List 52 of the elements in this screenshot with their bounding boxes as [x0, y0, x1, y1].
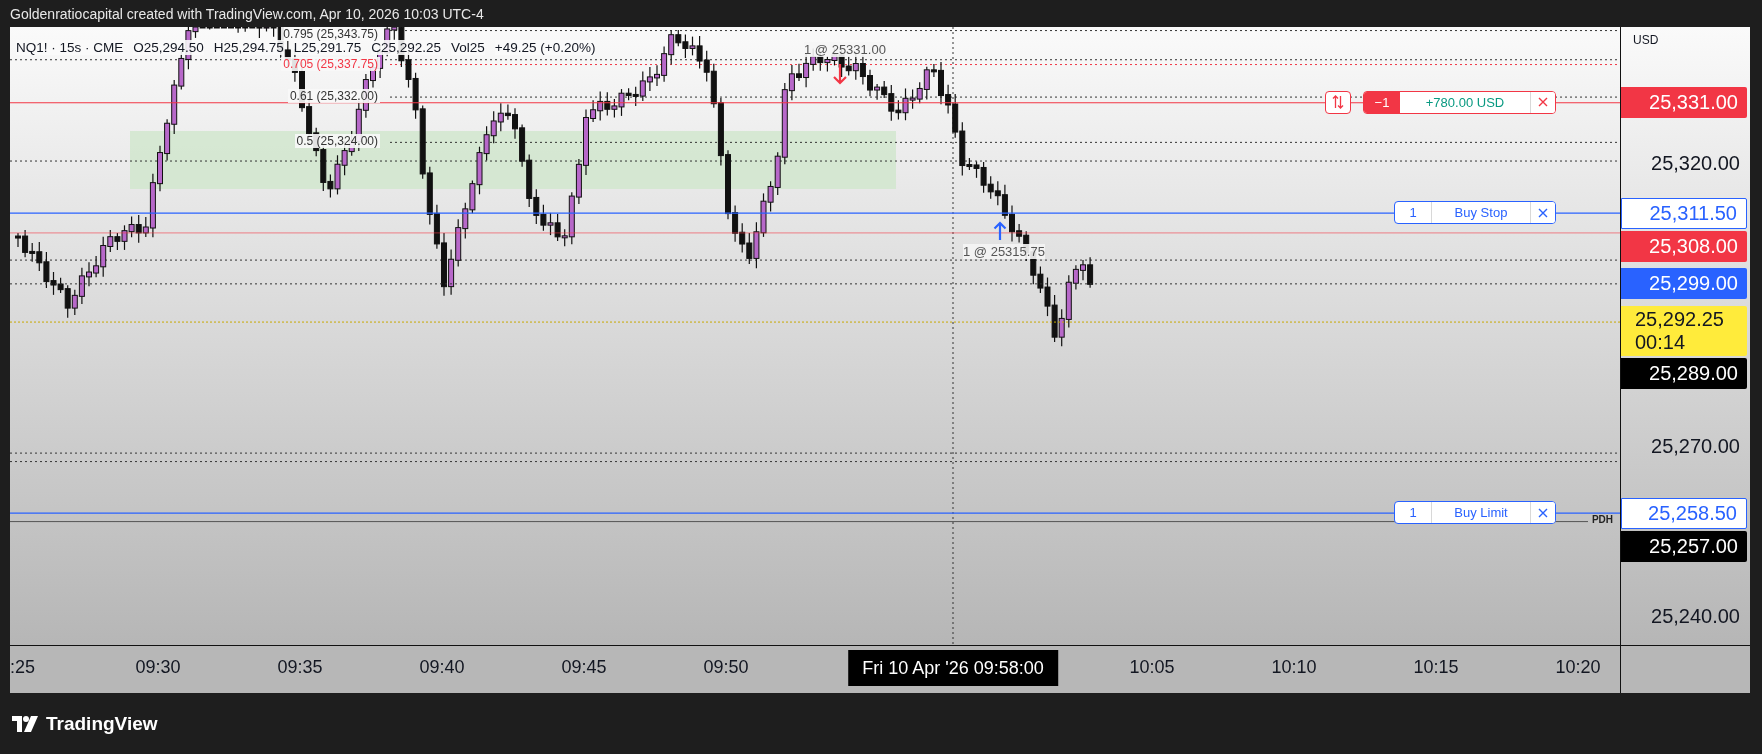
quantity-label: 1: [1395, 202, 1432, 224]
fib-level-label: 0.5 (25,324.00): [294, 134, 380, 149]
currency-label: USD: [1633, 33, 1659, 47]
time-tick: 10:10: [1271, 657, 1317, 678]
crosshair-time-label: Fri 10 Apr '26 09:58:00: [848, 650, 1058, 686]
time-tick: 09:45: [561, 657, 607, 678]
time-tick: 10:20: [1555, 657, 1601, 678]
close-icon: [1538, 207, 1548, 218]
price-label: 25,289.00: [1621, 358, 1747, 390]
order-price-label: 25,311.50: [1621, 197, 1747, 229]
close-value: C25,292.25: [371, 40, 442, 55]
pdh-tag: PDH: [1591, 513, 1613, 525]
time-axis[interactable]: :25 09:30 09:35 09:40 09:45 09:50 Fri 10 Apr '26 09:58:00 10:05 10:10 10:15 10:20: [10, 645, 1620, 693]
order-price-label: 25,331.00: [1621, 87, 1747, 119]
time-tick: :25: [10, 657, 36, 678]
price-tick: 25,320.00: [1651, 152, 1740, 175]
time-tick: 09:30: [135, 657, 181, 678]
close-icon: [1538, 507, 1548, 518]
fib-level-label: 0.795 (25,343.75): [281, 27, 380, 41]
price-tick: 25,270.00: [1651, 435, 1740, 458]
change-value: +49.25 (+0.20%): [494, 40, 596, 55]
price-label: 25,299.00: [1621, 268, 1747, 300]
fib-level-label: 0.705 (25,337.75): [281, 56, 380, 71]
brand-name: TradingView: [46, 712, 158, 735]
price-value: 25,292.25: [1635, 308, 1724, 332]
quantity-label: −1: [1364, 91, 1400, 113]
time-tick: 09:50: [703, 657, 749, 678]
high-value: H25,294.75: [213, 40, 284, 55]
fib-level-label: 0.61 (25,332.00): [287, 89, 380, 104]
quantity-label: 1: [1395, 502, 1432, 524]
execution-label: 1 @ 25315.75: [963, 244, 1045, 259]
order-price-label: 25,258.50: [1621, 497, 1747, 529]
time-tick: 10:15: [1413, 657, 1459, 678]
swap-arrows-icon: [1332, 95, 1344, 110]
symbol-label: NQ1! · 15s · CME: [16, 40, 124, 55]
time-tick: 10:05: [1129, 657, 1175, 678]
close-icon: [1538, 97, 1548, 108]
open-value: O25,294.50: [133, 40, 204, 55]
down-arrow-icon: [832, 63, 848, 85]
price-label: 25,308.00: [1621, 230, 1747, 262]
price-tick: 25,240.00: [1651, 604, 1740, 628]
execution-label: 1 @ 25331.00: [804, 42, 886, 57]
countdown-timer: 00:14: [1635, 331, 1686, 355]
up-arrow-icon: [993, 221, 1007, 241]
logo-icon: [12, 715, 38, 732]
chart-caption: Goldenratiocapital created with TradingView.com, Apr 10, 2026 10:03 UTC-4: [10, 5, 484, 22]
price-axis[interactable]: USD 25,320.00 25,270.00 25,240.00 25,308.00 25,299.00 25,292.25 00:14 25,289.00 25,257.00 25,331.00 25,311.50 25,258.50: [1620, 27, 1750, 645]
reverse-position-button[interactable]: [1325, 90, 1351, 114]
volume-value: Vol25: [451, 40, 485, 55]
time-tick: 09:40: [419, 657, 465, 678]
time-tick: 09:35: [277, 657, 323, 678]
price-label: 25,257.00: [1621, 530, 1747, 562]
